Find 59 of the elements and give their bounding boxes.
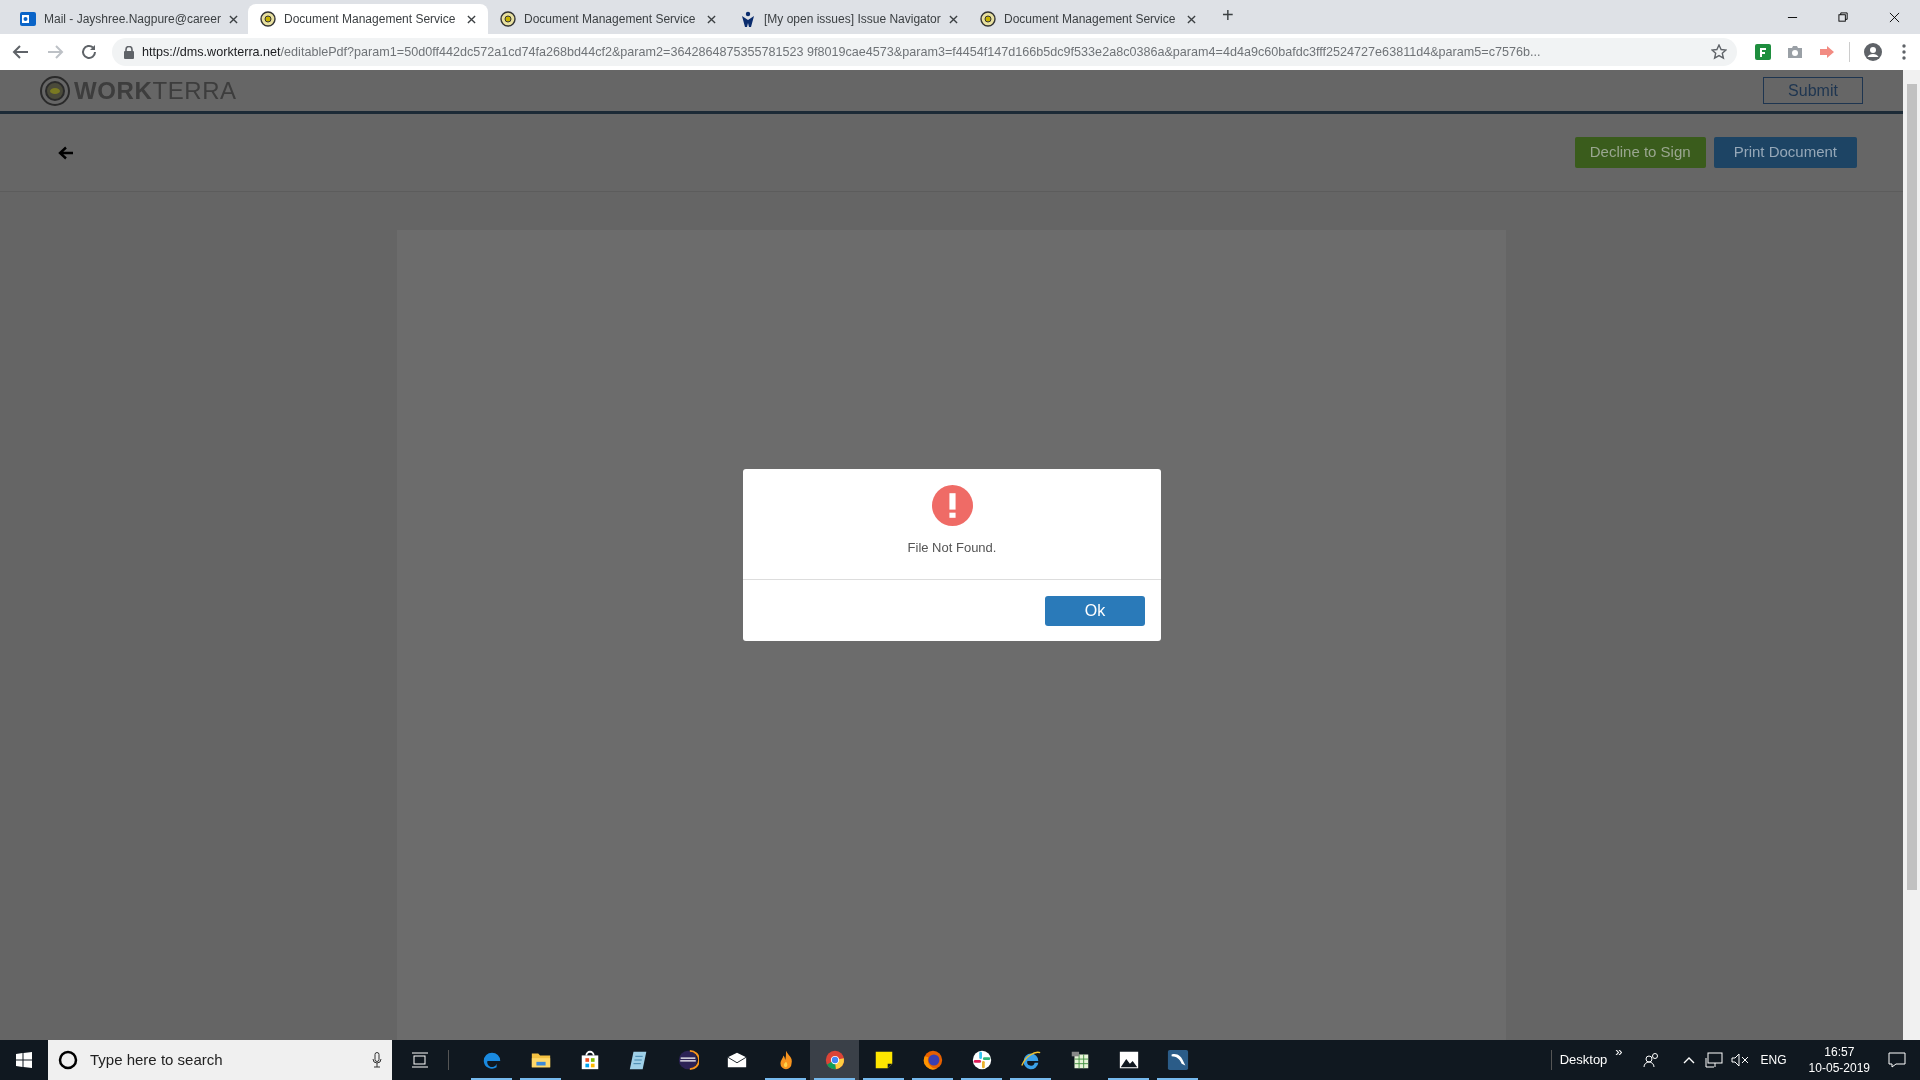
- close-tab-icon[interactable]: [228, 14, 238, 24]
- browser-tab[interactable]: Mail - Jayshree.Nagpure@career: [8, 4, 248, 34]
- close-tab-icon[interactable]: [948, 14, 958, 24]
- scrollbar[interactable]: [1903, 70, 1920, 1040]
- ok-button[interactable]: Ok: [1045, 595, 1145, 626]
- browser-tab[interactable]: [My open issues] Issue Navigator: [728, 4, 968, 34]
- url-text: https://dms.workterra.net/editablePdf?param1=50d0ff442dc572a1cd74fa268bd44cf2&param2=3642864875355781523 9f8019cae4573&param3=f4454f147d166b5dc9f533e2a8c0386a&param4=4d4a9c60bafdc3fff2524727e63811d4&param5=c7576b...: [142, 43, 1542, 61]
- taskbar-app-button[interactable]: [810, 1040, 859, 1080]
- restore-icon[interactable]: [1838, 11, 1849, 23]
- tab-favicon-icon: [740, 11, 756, 27]
- error-message: File Not Found.: [907, 539, 997, 557]
- reload-icon[interactable]: [80, 43, 98, 61]
- back-icon[interactable]: [12, 43, 30, 61]
- photo-icon: [1117, 1049, 1140, 1071]
- taskbar-search-field[interactable]: Type here to search: [48, 1040, 392, 1080]
- tab-title: [My open issues] Issue Navigator: [764, 11, 941, 28]
- extension-icon[interactable]: [1755, 44, 1771, 60]
- back-arrow-icon[interactable]: [58, 145, 74, 160]
- star-icon[interactable]: [1711, 44, 1727, 60]
- close-tab-icon[interactable]: [467, 14, 476, 24]
- tab-favicon-icon: [980, 11, 996, 27]
- pinwheel-icon: [970, 1049, 993, 1071]
- print-button[interactable]: Print Document: [1713, 137, 1857, 168]
- error-icon: [931, 485, 973, 526]
- tab-title: Document Management Service: [284, 11, 457, 28]
- clock-date[interactable]: 10-05-2019: [1808, 1060, 1870, 1076]
- task-view-icon[interactable]: [411, 1052, 429, 1068]
- browser-tab[interactable]: Document Management Service: [248, 4, 488, 34]
- tab-favicon-icon: [260, 11, 276, 27]
- browser-tab[interactable]: Document Management Service: [488, 4, 728, 34]
- close-icon[interactable]: [1889, 11, 1900, 23]
- logo-emblem-icon: [40, 75, 70, 106]
- clock-time[interactable]: 16:57: [1824, 1044, 1855, 1060]
- microphone-icon[interactable]: [372, 1052, 382, 1068]
- cortana-circle-icon: [58, 1050, 78, 1070]
- address-field[interactable]: [112, 38, 1737, 66]
- tab-favicon-icon: [20, 11, 36, 27]
- browser-tab[interactable]: Document Management Service: [968, 4, 1208, 34]
- close-tab-icon[interactable]: [1187, 14, 1196, 24]
- windows-start-icon[interactable]: [16, 1052, 32, 1068]
- more-chevron[interactable]: »: [1615, 1042, 1623, 1062]
- menu-icon[interactable]: [1902, 44, 1906, 60]
- tab-favicon-icon: [500, 11, 516, 27]
- language-indicator[interactable]: ENG: [1760, 1051, 1787, 1069]
- tab-title: Mail - Jayshree.Nagpure@career: [44, 11, 221, 28]
- people-icon[interactable]: [1642, 1052, 1661, 1068]
- close-tab-icon[interactable]: [707, 14, 716, 24]
- search-placeholder: Type here to search: [90, 1049, 224, 1070]
- notification-icon[interactable]: [1888, 1052, 1906, 1068]
- new-tab-button[interactable]: +: [1222, 0, 1234, 30]
- lock-icon: [124, 45, 134, 59]
- profile-icon[interactable]: [1864, 43, 1882, 61]
- tab-title: Document Management Service: [1004, 11, 1177, 28]
- chevron-up-icon[interactable]: [1682, 1056, 1695, 1064]
- muted-speaker-icon[interactable]: [1730, 1053, 1749, 1067]
- network-icon[interactable]: [1704, 1052, 1723, 1068]
- tab-title: Document Management Service: [524, 11, 697, 28]
- desktop-label[interactable]: Desktop: [1559, 1050, 1608, 1070]
- camera-icon[interactable]: [1787, 45, 1803, 59]
